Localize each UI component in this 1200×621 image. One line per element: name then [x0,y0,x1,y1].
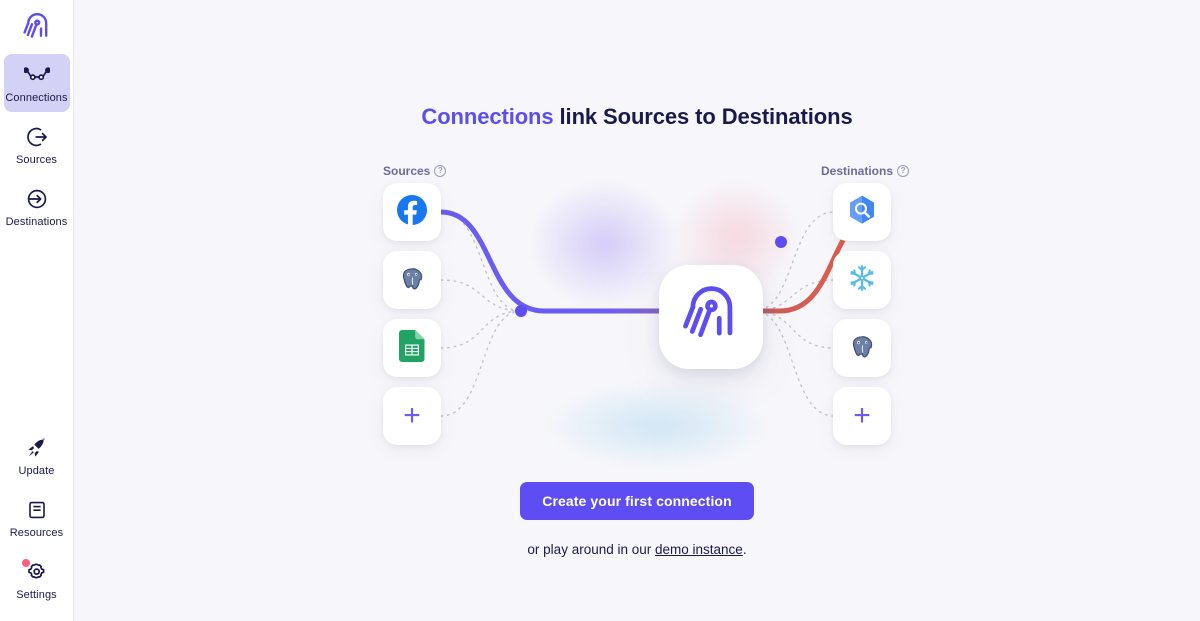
postgresql-elephant-icon [847,331,877,366]
airbyte-logo-icon [22,10,52,49]
source-card-postgres[interactable] [383,251,441,309]
create-first-connection-button[interactable]: Create your first connection [520,482,754,520]
connections-icon [23,63,50,87]
demo-suffix-text: . [742,542,747,557]
sidebar-item-resources[interactable]: Resources [4,489,70,547]
destination-card-snowflake[interactable] [833,251,891,309]
source-connection-dot[interactable] [515,305,527,317]
app-root: Connections Sources Destinations Update … [0,0,1200,621]
plus-icon: + [853,399,871,432]
sidebar-nav-bottom: Update Resources Settings [0,427,74,621]
sidebar-item-label: Settings [16,589,57,601]
bigquery-icon [846,194,878,231]
gear-icon [21,559,47,584]
book-icon [27,498,47,522]
demo-instance-link[interactable]: demo instance [655,542,743,557]
brand-logo[interactable] [0,4,74,54]
sidebar: Connections Sources Destinations Update … [0,0,74,621]
google-sheets-icon [399,329,425,367]
destination-card-postgres[interactable] [833,319,891,377]
destination-card-bigquery[interactable] [833,183,891,241]
settings-notification-badge [21,559,30,567]
snowflake-icon [847,263,877,298]
sidebar-item-label: Sources [15,154,58,166]
airbyte-logo-icon [680,280,742,355]
rocket-icon [27,436,47,460]
sidebar-item-destinations[interactable]: Destinations [4,178,70,236]
sidebar-item-update[interactable]: Update [4,427,70,485]
source-card-google-sheets[interactable] [383,319,441,377]
plus-icon: + [403,399,421,432]
facebook-icon [396,194,428,231]
sidebar-item-label: Connections [5,92,68,104]
sources-arrow-out-icon [26,125,48,149]
source-card-facebook[interactable] [383,183,441,241]
sidebar-item-label: Resources [9,527,64,539]
main-content: Connections link Sources to Destinations… [74,0,1200,621]
sidebar-item-label: Update [18,465,55,477]
sidebar-nav-top: Connections Sources Destinations [0,54,74,240]
destinations-arrow-in-icon [26,187,48,211]
sidebar-item-settings[interactable]: Settings [4,551,70,609]
cta-section: Create your first connection or play aro… [74,482,1200,557]
add-destination-button[interactable]: + [833,387,891,445]
active-source-wire [438,209,677,314]
demo-prefix-text: or play around in our [527,542,655,557]
destination-connection-dot[interactable] [775,236,787,248]
add-source-button[interactable]: + [383,387,441,445]
center-logo-card [659,265,763,369]
demo-instance-line: or play around in our demo instance. [74,542,1200,557]
dotted-destination-wires [753,211,835,417]
sidebar-item-sources[interactable]: Sources [4,116,70,174]
sidebar-item-label: Destinations [5,216,68,228]
postgresql-elephant-icon [397,263,427,298]
sidebar-item-connections[interactable]: Connections [3,54,70,112]
